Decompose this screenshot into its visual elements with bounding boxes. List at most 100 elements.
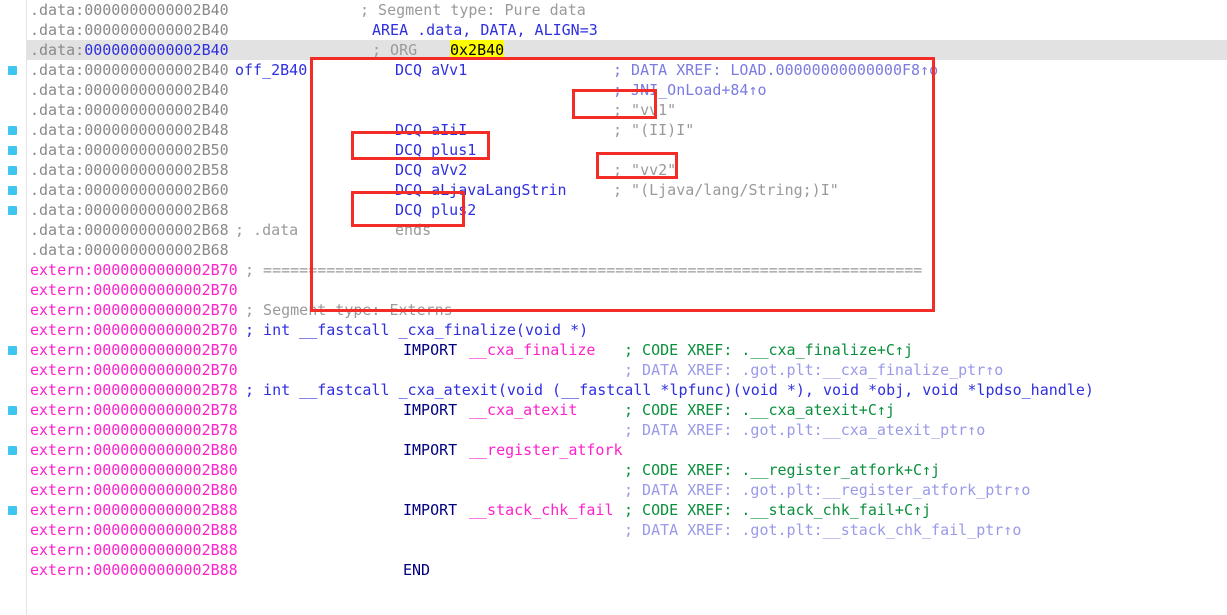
line-comment: ; ORG [372, 41, 427, 59]
line-comment: ; Segment type: Externs [245, 301, 453, 319]
line-address[interactable]: extern:0000000000002B78 [30, 400, 238, 420]
line-address[interactable]: extern:0000000000002B88 [30, 520, 238, 540]
line-address[interactable]: extern:0000000000002B88 [30, 500, 238, 520]
line-address[interactable]: .data:0000000000002B40 [30, 100, 229, 120]
line-address[interactable]: extern:0000000000002B70 [30, 320, 238, 340]
disasm-line[interactable]: .data:0000000000002B50 DCQ plus1 [0, 140, 1227, 160]
line-segment-name: extern [30, 541, 85, 559]
disasm-line[interactable]: .data:0000000000002B68 [0, 240, 1227, 260]
line-instruction[interactable]: __cxa_atexit [469, 400, 577, 420]
line-address[interactable]: extern:0000000000002B80 [30, 440, 238, 460]
line-comment: ; DATA XREF: LOAD.00000000000000F8↑o [613, 61, 939, 79]
disasm-line[interactable]: extern:0000000000002B78 ; DATA XREF: .got… [0, 420, 1227, 440]
disasm-line[interactable]: extern:0000000000002B78 IMPORT __cxa_atex… [0, 400, 1227, 420]
line-label[interactable]: off_2B40 [235, 60, 307, 80]
disasm-line[interactable]: .data:0000000000002B40 ; JNI_OnLoad+84↑o [0, 80, 1227, 100]
disasm-line[interactable]: extern:0000000000002B78 ; int __fastcall … [0, 380, 1227, 400]
disasm-line[interactable]: .data:0000000000002B40 ; Segment type: Pu… [0, 0, 1227, 20]
line-instruction[interactable]: IMPORT [403, 340, 466, 360]
line-comment: ; DATA XREF: .got.plt:__cxa_atexit_ptr↑o [624, 421, 986, 439]
line-instruction[interactable]: DCQ aVv2 [395, 160, 467, 180]
line-address[interactable]: extern:0000000000002B70 [30, 300, 238, 320]
line-address[interactable]: .data:0000000000002B40 [30, 20, 229, 40]
line-address[interactable]: .data:0000000000002B68 [30, 240, 229, 260]
xref-marker-icon [8, 206, 17, 215]
disasm-line[interactable]: extern:0000000000002B80 IMPORT __register… [0, 440, 1227, 460]
line-instruction[interactable]: DCQ aLjavaLangStrin [395, 180, 567, 200]
disasm-line[interactable]: extern:0000000000002B70 ; int __fastcall … [0, 320, 1227, 340]
line-comment: ; "vv2" [613, 161, 677, 179]
line-address[interactable]: extern:0000000000002B78 [30, 380, 238, 400]
disasm-line[interactable]: .data:0000000000002B40 ; ORG 0x2B40 [0, 40, 1227, 60]
disasm-line[interactable]: .data:0000000000002B68 DCQ plus2 [0, 200, 1227, 220]
disasm-line[interactable]: .data:0000000000002B60 DCQ aLjavaLangStri… [0, 180, 1227, 200]
xref-marker-icon [8, 406, 17, 415]
line-instruction[interactable]: __cxa_finalize [469, 340, 595, 360]
line-address[interactable]: extern:0000000000002B70 [30, 360, 238, 380]
line-address[interactable]: extern:0000000000002B88 [30, 560, 238, 580]
line-segment-name: .data [30, 41, 76, 59]
disasm-line[interactable]: .data:0000000000002B40 AREA .data, DATA, … [0, 20, 1227, 40]
line-instruction[interactable]: END [403, 560, 430, 580]
line-instruction[interactable]: AREA .data, DATA, ALIGN=3 [372, 20, 598, 40]
line-address[interactable]: .data:0000000000002B58 [30, 160, 229, 180]
disasm-line[interactable]: extern:0000000000002B80 ; CODE XREF: .__r… [0, 460, 1227, 480]
disasm-line[interactable]: extern:0000000000002B70 ; ===============… [0, 260, 1227, 280]
line-instruction[interactable]: DCQ aVv1 [395, 60, 467, 80]
line-address[interactable]: extern:0000000000002B80 [30, 460, 238, 480]
disasm-line[interactable]: .data:0000000000002B48 DCQ aIiI ; "(II)I" [0, 120, 1227, 140]
line-address-value: 0000000000002B40 [84, 1, 229, 19]
line-address-value: 0000000000002B40 [84, 41, 229, 59]
line-address[interactable]: extern:0000000000002B88 [30, 540, 238, 560]
line-address[interactable]: extern:0000000000002B70 [30, 280, 238, 300]
disasm-line[interactable]: .data:0000000000002B40 ; "vv1" [0, 100, 1227, 120]
line-address[interactable]: .data:0000000000002B48 [30, 120, 229, 140]
disasm-line[interactable]: extern:0000000000002B88 IMPORT __stack_ch… [0, 500, 1227, 520]
line-instruction[interactable]: ends [395, 220, 431, 240]
disasm-line[interactable]: extern:0000000000002B70 [0, 280, 1227, 300]
line-instruction[interactable]: DCQ plus2 [395, 200, 476, 220]
line-address-value: 0000000000002B40 [84, 61, 229, 79]
xref-marker-icon [8, 66, 17, 75]
line-address[interactable]: extern:0000000000002B70 [30, 340, 238, 360]
line-address-value: 0000000000002B88 [93, 521, 238, 539]
line-address[interactable]: .data:0000000000002B40 [30, 80, 229, 100]
line-address-value: 0000000000002B88 [93, 541, 238, 559]
line-segment-name: extern [30, 361, 85, 379]
line-address[interactable]: .data:0000000000002B40 [30, 60, 229, 80]
line-instruction[interactable]: IMPORT [403, 440, 466, 460]
disasm-line[interactable]: extern:0000000000002B80 ; DATA XREF: .got… [0, 480, 1227, 500]
disasm-line[interactable]: extern:0000000000002B70 ; Segment type: E… [0, 300, 1227, 320]
line-instruction[interactable]: IMPORT [403, 500, 466, 520]
disasm-line[interactable]: extern:0000000000002B70 IMPORT __cxa_fina… [0, 340, 1227, 360]
line-address[interactable]: .data:0000000000002B68 [30, 220, 229, 240]
line-comment: ; int __fastcall _cxa_finalize(void *) [245, 321, 589, 339]
line-instruction[interactable]: __register_atfork [469, 440, 623, 460]
line-address[interactable]: extern:0000000000002B80 [30, 480, 238, 500]
line-comment: ; JNI_OnLoad+84↑o [613, 81, 767, 99]
disasm-line[interactable]: extern:0000000000002B88 ; DATA XREF: .got… [0, 520, 1227, 540]
gutter-margin[interactable] [0, 0, 27, 615]
line-instruction[interactable]: __stack_chk_fail [469, 500, 614, 520]
disassembly-view[interactable]: .data:0000000000002B40 ; Segment type: Pu… [0, 0, 1227, 615]
line-address[interactable]: extern:0000000000002B70 [30, 260, 238, 280]
line-address[interactable]: .data:0000000000002B50 [30, 140, 229, 160]
disasm-line[interactable]: .data:0000000000002B68 ; .data ends [0, 220, 1227, 240]
line-address[interactable]: .data:0000000000002B60 [30, 180, 229, 200]
disasm-line[interactable]: extern:0000000000002B88 [0, 540, 1227, 560]
disasm-line[interactable]: .data:0000000000002B40 off_2B40 DCQ aVv1 ; … [0, 60, 1227, 80]
line-segment-name: .data [30, 221, 76, 239]
line-segment-name: .data [30, 61, 76, 79]
disasm-line[interactable]: extern:0000000000002B70 ; DATA XREF: .got… [0, 360, 1227, 380]
line-instruction[interactable]: DCQ aIiI [395, 120, 467, 140]
disasm-line[interactable]: .data:0000000000002B58 DCQ aVv2 ; "vv2" [0, 160, 1227, 180]
xref-marker-icon [8, 186, 17, 195]
line-address[interactable]: extern:0000000000002B78 [30, 420, 238, 440]
line-instruction[interactable]: IMPORT [403, 400, 466, 420]
line-address[interactable]: .data:0000000000002B40 [30, 40, 229, 60]
line-address[interactable]: .data:0000000000002B68 [30, 200, 229, 220]
disasm-line[interactable]: extern:0000000000002B88 END [0, 560, 1227, 580]
line-address-value: 0000000000002B48 [84, 121, 229, 139]
line-instruction[interactable]: DCQ plus1 [395, 140, 476, 160]
line-address[interactable]: .data:0000000000002B40 [30, 0, 229, 20]
